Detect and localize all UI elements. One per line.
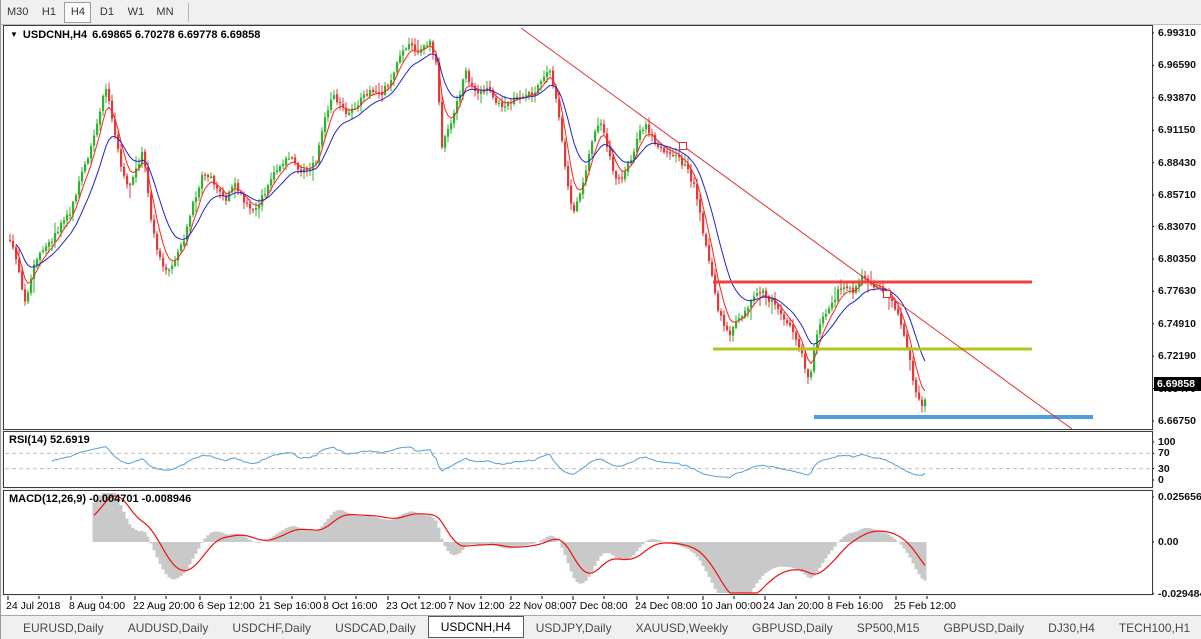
- chart-tab-usdchf-daily[interactable]: USDCHF,Daily: [220, 618, 323, 638]
- price-axis-label: 6.72190: [1158, 350, 1196, 363]
- date-tick-label: 8 Oct 16:00: [323, 600, 378, 612]
- date-tick-label: 24 Jul 2018: [6, 600, 61, 612]
- chart-tab-usdjpy-daily[interactable]: USDJPY,Daily: [524, 618, 624, 638]
- date-tick-label: 25 Feb 12:00: [894, 600, 956, 612]
- toolbar-separator: [187, 2, 189, 22]
- rsi-axis-label: 100: [1158, 436, 1176, 448]
- symbol-dropdown-icon[interactable]: ▼: [10, 30, 18, 39]
- macd-axis-label: -0.029484: [1158, 587, 1201, 600]
- date-tick-label: 22 Nov 08:00: [509, 600, 572, 612]
- chart-tab-dj30-h4[interactable]: DJ30,H4: [1036, 618, 1107, 638]
- chart-tab-xauusd-weekly[interactable]: XAUUSD,Weekly: [624, 618, 740, 638]
- timeframe-button-h1[interactable]: H1: [35, 2, 62, 23]
- date-tick-label: 24 Dec 08:00: [635, 600, 698, 612]
- timeframe-button-h4[interactable]: H4: [64, 1, 92, 23]
- price-axis-label: 6.88430: [1158, 156, 1196, 169]
- price-axis-label: 6.99310: [1158, 27, 1196, 39]
- main-chart-panel[interactable]: ▼ USDCNH,H4 6.69865 6.70278 6.69778 6.69…: [3, 25, 1153, 430]
- chart-tab-gbpusd-daily[interactable]: GBPUSD,Daily: [740, 618, 845, 638]
- chart-tab-audusd-daily[interactable]: AUDUSD,Daily: [116, 618, 221, 638]
- price-axis-label: 6.74910: [1158, 317, 1196, 330]
- macd-label: MACD(12,26,9) -0.004701 -0.008946: [9, 493, 192, 505]
- price-axis-label: 6.77630: [1158, 285, 1196, 298]
- current-price-tag: 6.69858: [1154, 376, 1201, 391]
- rsi-axis-label: 70: [1158, 447, 1170, 460]
- rsi-label: RSI(14) 52.6919: [9, 434, 90, 446]
- macd-panel[interactable]: MACD(12,26,9) -0.004701 -0.008946: [3, 490, 1153, 595]
- price-axis-label: 6.83070: [1158, 220, 1196, 233]
- chart-tab-usdcad-daily[interactable]: USDCAD,Daily: [323, 618, 428, 638]
- macd-axis-label: 0.025656: [1158, 490, 1201, 503]
- date-tick-label: 22 Aug 20:00: [133, 600, 195, 612]
- chart-title: ▼ USDCNH,H4 6.69865 6.70278 6.69778 6.69…: [10, 29, 260, 41]
- chart-ohlc-values: 6.69865 6.70278 6.69778 6.69858: [92, 29, 261, 41]
- rsi-axis-label: 0: [1158, 474, 1164, 486]
- date-tick-label: 7 Dec 08:00: [571, 600, 628, 612]
- date-axis[interactable]: 24 Jul 2018 8 Aug 04:00 22 Aug 20:00 6 Sep …: [1, 596, 1201, 615]
- date-tick-label: 6 Sep 12:00: [198, 600, 255, 612]
- price-axis-label: 6.93870: [1158, 91, 1196, 104]
- price-axis-label: 6.80350: [1158, 252, 1196, 265]
- chart-tab-tech100-h1[interactable]: TECH100,H1: [1107, 618, 1201, 638]
- macd-axis-label: 0.00: [1158, 536, 1179, 548]
- chart-tab-eurusd-daily[interactable]: EURUSD,Daily: [11, 618, 116, 638]
- rsi-axis-label: 30: [1158, 462, 1170, 475]
- chart-symbol-timeframe: USDCNH,H4: [22, 29, 88, 41]
- date-tick-label: 8 Aug 04:00: [69, 600, 126, 612]
- timeframe-button-w1[interactable]: W1: [122, 2, 149, 23]
- chart-tab-bar: EURUSD,Daily AUDUSD,Daily USDCHF,Daily USDC…: [1, 615, 1201, 639]
- date-tick-label: 8 Feb 16:00: [827, 600, 884, 612]
- timeframe-button-d1[interactable]: D1: [93, 2, 120, 23]
- date-tick-label: 10 Jan 00:00: [701, 600, 762, 612]
- timeframe-button-mn[interactable]: MN: [151, 2, 178, 23]
- chart-tab-sp500-m15[interactable]: SP500,M15: [845, 618, 932, 638]
- timeframe-button-m30[interactable]: M30: [2, 2, 33, 23]
- price-axis-label: 6.91150: [1158, 124, 1196, 137]
- chart-tab-usdcnh-h4[interactable]: USDCNH,H4: [427, 616, 524, 638]
- chart-tab-gbpusd-daily[interactable]: GBPUSD,Daily: [931, 618, 1036, 638]
- timeframe-toolbar: M30 H1 H4 D1 W1 MN: [1, 0, 1201, 25]
- date-tick-label: 7 Nov 12:00: [448, 600, 505, 612]
- date-tick-label: 23 Oct 12:00: [386, 600, 447, 612]
- date-tick-label: 21 Sep 16:00: [259, 600, 322, 612]
- price-axis-label: 6.85710: [1158, 189, 1196, 202]
- price-axis-label: 6.66750: [1158, 414, 1196, 427]
- price-axis-label: 6.96590: [1158, 59, 1196, 72]
- price-axis[interactable]: 6.99310 6.96590 6.93870 6.91150 6.88430 6.857…: [1154, 25, 1201, 600]
- date-tick-label: 24 Jan 20:00: [763, 600, 824, 612]
- rsi-panel[interactable]: RSI(14) 52.6919: [3, 431, 1153, 488]
